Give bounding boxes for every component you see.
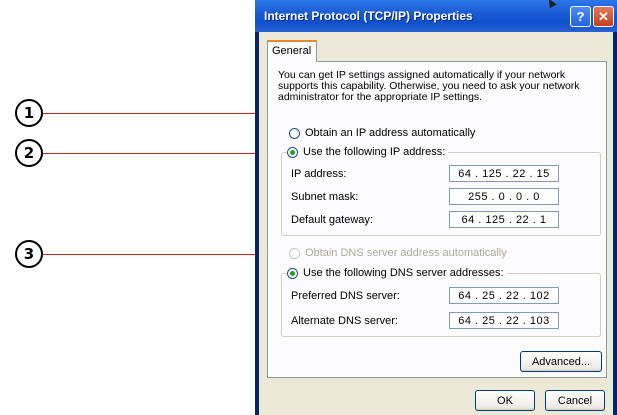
ip-manual-option[interactable]: Use the following IP address: [287, 146, 449, 158]
subnet-mask-input[interactable]: 255 . 0 . 0 . 0 [449, 188, 559, 205]
ip-address-input[interactable]: 64 . 125 . 22 . 15 [449, 165, 559, 182]
ok-button[interactable]: OK [475, 390, 535, 411]
mouse-cursor-icon [545, 0, 557, 9]
alternate-dns-label: Alternate DNS server: [291, 315, 398, 327]
preferred-dns-label: Preferred DNS server: [291, 290, 400, 302]
dns-manual-label: Use the following DNS server addresses: [303, 267, 504, 279]
dns-auto-radio[interactable] [289, 247, 300, 259]
close-icon: ✕ [598, 8, 609, 24]
ip-auto-radio[interactable] [289, 127, 300, 139]
help-icon: ? [576, 9, 585, 24]
default-gateway-input[interactable]: 64 . 125 . 22 . 1 [449, 211, 559, 228]
close-button[interactable]: ✕ [593, 6, 614, 27]
callout-1: 1 [15, 99, 43, 127]
dns-manual-option[interactable]: Use the following DNS server addresses: [287, 267, 507, 279]
callout-3: 3 [15, 240, 43, 268]
dialog-title: Internet Protocol (TCP/IP) Properties [264, 9, 473, 23]
dialog-body: General You can get IP settings assigned… [259, 32, 613, 415]
dns-auto-option[interactable]: Obtain DNS server address automatically [289, 247, 510, 259]
callout-2-leader [43, 153, 290, 154]
ip-manual-radio[interactable] [287, 146, 298, 158]
ip-address-label: IP address: [291, 168, 347, 180]
alternate-dns-input[interactable]: 64 . 25 . 22 . 103 [449, 312, 559, 329]
callout-2: 2 [15, 139, 43, 167]
preferred-dns-input[interactable]: 64 . 25 . 22 . 102 [449, 287, 559, 304]
tcpip-properties-dialog: Internet Protocol (TCP/IP) Properties ? … [255, 0, 617, 415]
default-gateway-label: Default gateway: [291, 214, 373, 226]
title-bar[interactable]: Internet Protocol (TCP/IP) Properties ? … [255, 0, 617, 32]
tab-general[interactable]: General [267, 40, 317, 62]
advanced-button[interactable]: Advanced... [520, 351, 602, 372]
dns-auto-label: Obtain DNS server address automatically [305, 247, 507, 259]
callout-3-leader [43, 254, 290, 255]
cancel-button[interactable]: Cancel [545, 390, 605, 411]
ip-manual-label: Use the following IP address: [303, 146, 446, 158]
help-button[interactable]: ? [570, 6, 591, 27]
callout-1-leader [43, 113, 290, 114]
ip-auto-option[interactable]: Obtain an IP address automatically [289, 127, 479, 139]
description-text: You can get IP settings assigned automat… [278, 69, 580, 103]
ip-auto-label: Obtain an IP address automatically [305, 127, 476, 139]
dns-manual-radio[interactable] [287, 267, 298, 279]
subnet-mask-label: Subnet mask: [291, 191, 359, 203]
